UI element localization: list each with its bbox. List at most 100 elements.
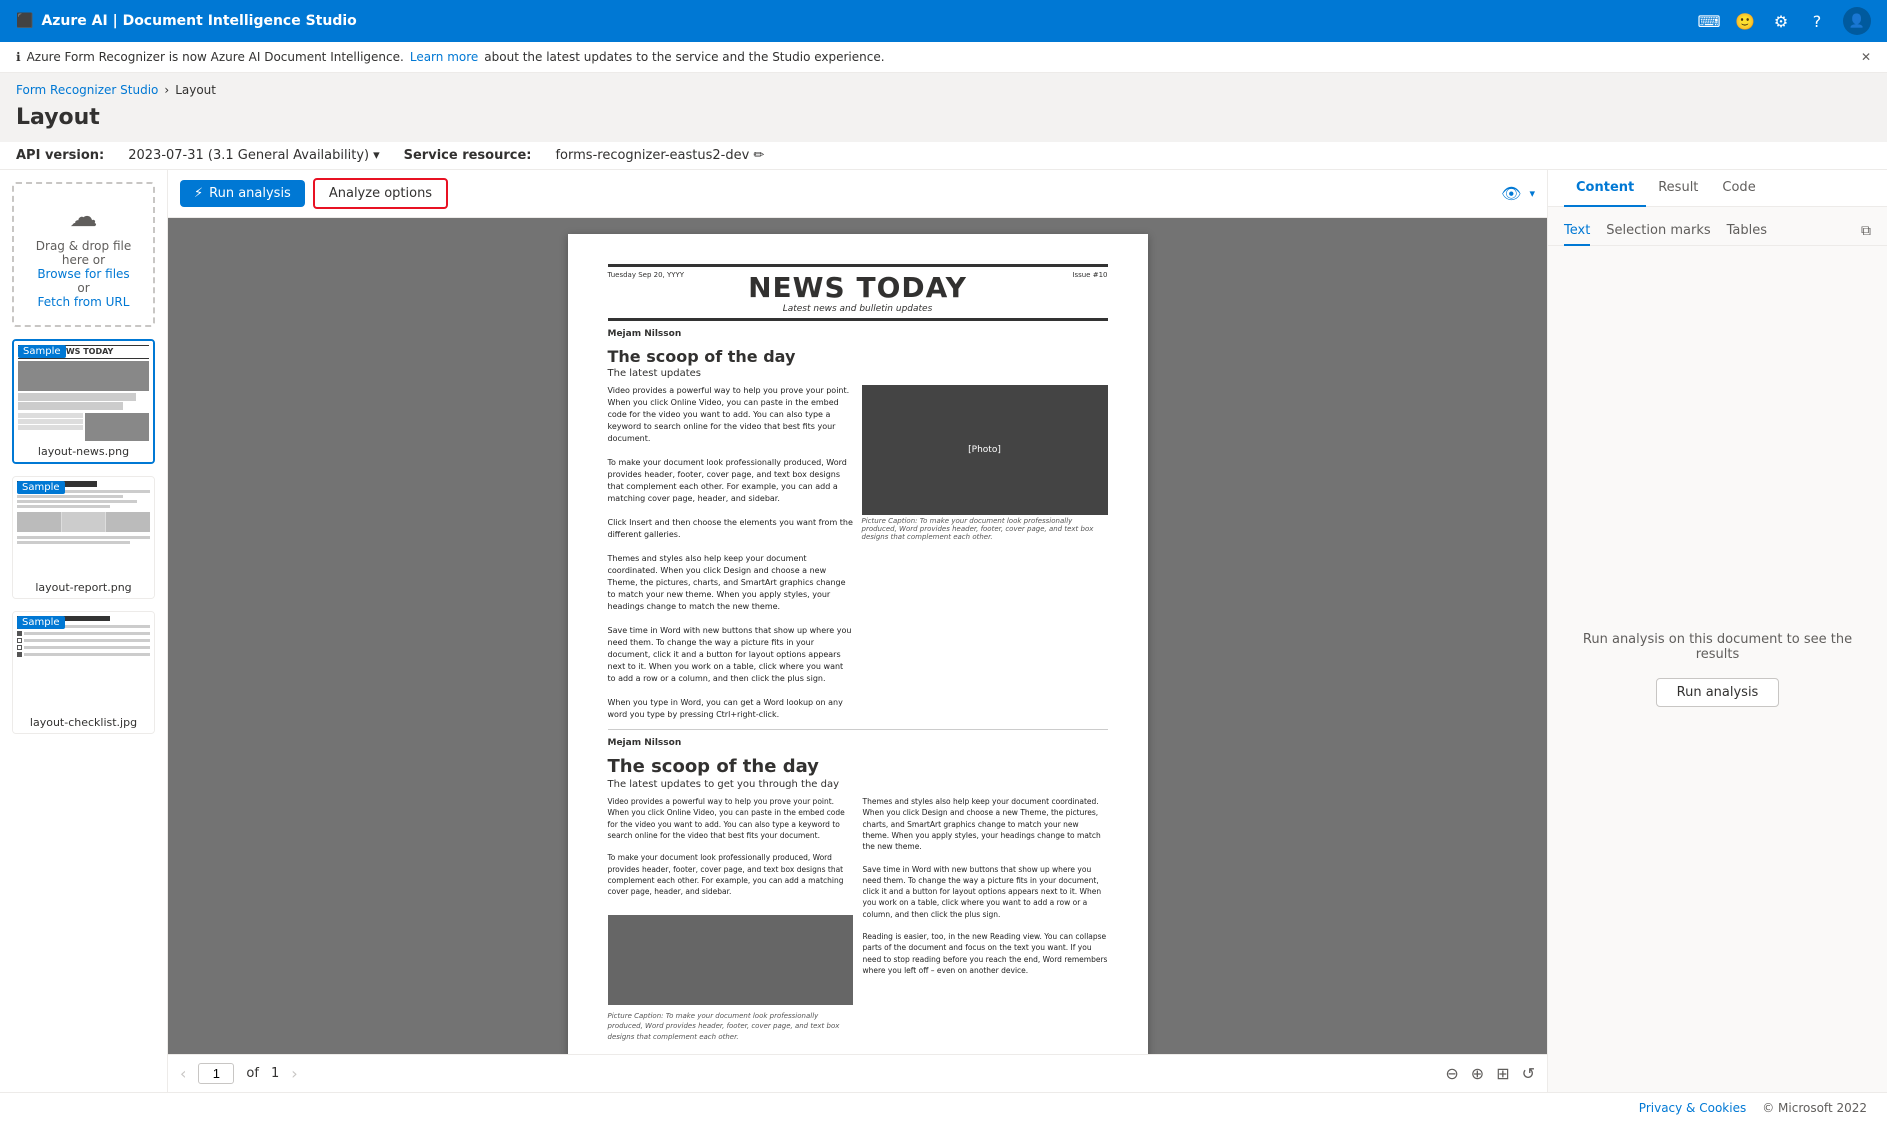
top-bar: ⬛ Azure AI | Document Intelligence Studi… [0,0,1887,42]
close-notification-button[interactable]: ✕ [1861,50,1871,64]
article2-author: Mejam Nilsson [608,738,1108,748]
upload-text-line2: here or [22,253,145,267]
notification-link[interactable]: Learn more [410,50,478,64]
panel-run-analysis-button[interactable]: Run analysis [1656,678,1780,707]
app-title: ⬛ Azure AI | Document Intelligence Studi… [16,13,357,29]
info-icon: ℹ [16,50,21,64]
sample-item-report[interactable]: Sample layout-report.png [12,476,155,599]
center-area: ⚡ Run analysis Analyze options 👁 ▾ Tuesd… [168,170,1547,1092]
api-version-label: API version: [16,148,104,163]
upload-or-text: or [22,281,145,295]
zoom-in-button[interactable]: ⊕ [1471,1064,1484,1083]
panel-tabs: Content Result Code [1548,170,1887,207]
upload-text-line1: Drag & drop file [22,239,145,253]
help-icon[interactable]: ? [1807,11,1827,31]
run-analysis-label: Run analysis [209,186,291,201]
rotate-button[interactable]: ↺ [1522,1064,1535,1083]
newspaper-issue: Issue #10 [1072,271,1107,279]
fit-page-button[interactable]: ⊞ [1496,1064,1509,1083]
main-layout: ☁ Drag & drop file here or Browse for fi… [0,170,1887,1092]
upload-icon: ☁ [22,200,145,233]
breadcrumb: Form Recognizer Studio › Layout [0,73,1887,101]
article2-section: Mejam Nilsson The scoop of the day The l… [608,729,1108,1054]
tab-content[interactable]: Content [1564,170,1646,207]
article1-image-col: [Photo] Picture Caption: To make your do… [862,385,1108,721]
page-number-input[interactable] [198,1063,234,1084]
notification-bar: ℹ Azure Form Recognizer is now Azure AI … [0,42,1887,73]
article1-text-col: Video provides a powerful way to help yo… [608,385,854,721]
tab-code[interactable]: Code [1710,170,1767,207]
total-pages: 1 [271,1066,279,1081]
sample-badge-report: Sample [17,481,65,494]
document-page: Tuesday Sep 20, YYYY Issue #10 NEWS TODA… [568,234,1148,1054]
prev-page-button[interactable]: ‹ [180,1064,186,1083]
article-author-top: Mejam Nilsson [608,329,1108,339]
article1-caption: Picture Caption: To make your document l… [862,517,1108,541]
article2-subhead: The latest updates to get you through th… [608,779,1108,790]
api-bar: API version: 2023-07-31 (3.1 General Ava… [0,142,1887,170]
service-resource-value[interactable]: forms-recognizer-eastus2-dev ✏ [555,148,764,163]
api-version-value: 2023-07-31 (3.1 General Availability) [128,148,369,163]
page-of-text: of [246,1066,259,1081]
result-tab-selection-marks[interactable]: Selection marks [1606,217,1710,246]
pagination-bar: ‹ of 1 › ⊖ ⊕ ⊞ ↺ [168,1054,1547,1092]
left-sidebar: ☁ Drag & drop file here or Browse for fi… [0,170,168,1092]
run-analysis-icon: ⚡ [194,186,203,201]
analyze-options-button[interactable]: Analyze options [313,178,448,209]
document-viewer[interactable]: Tuesday Sep 20, YYYY Issue #10 NEWS TODA… [168,218,1547,1054]
sample-name-report: layout-report.png [13,577,154,598]
article2-text: Video provides a powerful way to help yo… [608,796,853,1054]
notification-text: Azure Form Recognizer is now Azure AI Do… [27,50,404,64]
keyboard-icon[interactable]: ⌨ [1699,11,1719,31]
zoom-controls: ⊖ ⊕ ⊞ ↺ [1445,1064,1535,1083]
copyright: © Microsoft 2022 [1762,1101,1867,1115]
run-analysis-button[interactable]: ⚡ Run analysis [180,180,305,207]
view-chevron-icon[interactable]: ▾ [1529,187,1535,200]
result-tab-text[interactable]: Text [1564,217,1590,246]
footer: Privacy & Cookies © Microsoft 2022 [0,1092,1887,1123]
top-bar-actions: ⌨ 🙂 ⚙ ? 👤 [1699,7,1871,35]
api-version-dropdown-icon: ▾ [373,148,380,163]
zoom-out-button[interactable]: ⊖ [1445,1064,1458,1083]
notification-suffix: about the latest updates to the service … [484,50,884,64]
newspaper-subtitle: Latest news and bulletin updates [608,304,1108,314]
article1-body-section: Video provides a powerful way to help yo… [608,385,1108,721]
sample-badge-checklist: Sample [17,616,65,629]
sample-name-news: layout-news.png [14,441,153,462]
edit-resource-icon[interactable]: ✏ [753,148,764,163]
newspaper-date: Tuesday Sep 20, YYYY [608,271,685,280]
sample-badge: Sample [18,345,66,358]
article2-text2: Themes and styles also help keep your do… [863,796,1108,1054]
resource-name: forms-recognizer-eastus2-dev [555,148,749,163]
emoji-icon[interactable]: 🙂 [1735,11,1755,31]
api-version-selector[interactable]: 2023-07-31 (3.1 General Availability) ▾ [128,148,379,163]
result-tab-tables[interactable]: Tables [1727,217,1767,246]
article2-body: Video provides a powerful way to help yo… [608,796,1108,1054]
avatar[interactable]: 👤 [1843,7,1871,35]
page-title: Layout [0,101,1887,142]
app-title-text: Azure AI | Document Intelligence Studio [41,13,356,29]
toolbar: ⚡ Run analysis Analyze options 👁 ▾ [168,170,1547,218]
fetch-from-url-link[interactable]: Fetch from URL [22,295,145,309]
browse-files-link[interactable]: Browse for files [22,267,145,281]
toolbar-right: 👁 ▾ [1501,184,1535,203]
tab-result[interactable]: Result [1646,170,1710,207]
newspaper-header: Tuesday Sep 20, YYYY Issue #10 NEWS TODA… [608,264,1108,321]
breadcrumb-current: Layout [175,83,216,97]
sample-name-checklist: layout-checklist.jpg [13,712,154,733]
analyze-options-label: Analyze options [329,186,432,201]
privacy-link[interactable]: Privacy & Cookies [1639,1101,1746,1115]
copy-icon[interactable]: ⧉ [1861,223,1871,239]
article1-headline: The scoop of the day [608,347,1108,366]
sample-item-checklist[interactable]: Sample [12,611,155,734]
upload-area[interactable]: ☁ Drag & drop file here or Browse for fi… [12,182,155,327]
empty-state-text: Run analysis on this document to see the… [1568,632,1867,662]
breadcrumb-parent[interactable]: Form Recognizer Studio [16,83,158,97]
right-panel: Content Result Code Text Selection marks… [1547,170,1887,1092]
view-toggle-icon[interactable]: 👁 [1501,184,1521,203]
sample-item-news[interactable]: Sample NEWS TODAY [12,339,155,464]
next-page-button[interactable]: › [291,1064,297,1083]
article2-headline: The scoop of the day [608,756,1108,777]
settings-icon[interactable]: ⚙ [1771,11,1791,31]
breadcrumb-separator: › [164,83,169,97]
